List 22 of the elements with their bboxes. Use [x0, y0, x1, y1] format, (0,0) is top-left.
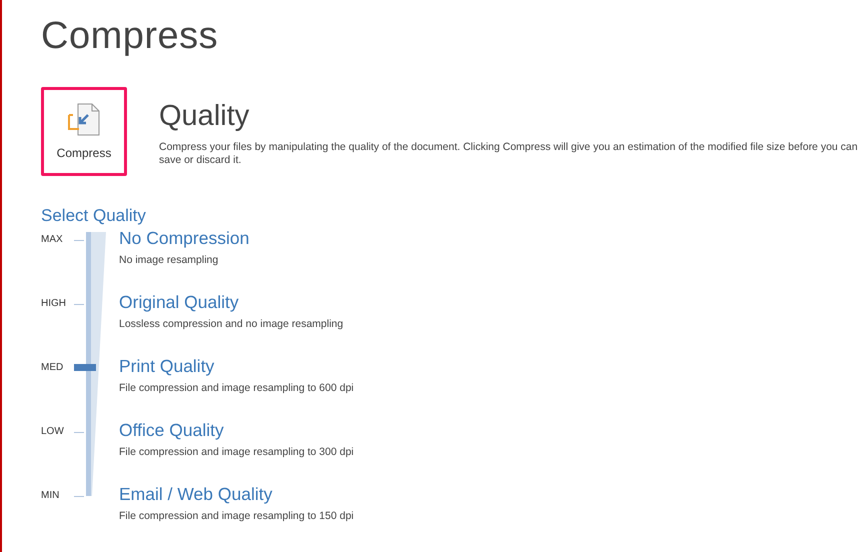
level-label: MAX [41, 234, 64, 246]
compress-button[interactable]: Compress [41, 87, 127, 176]
quality-option-description: File compression and image resampling to 150 dpi [119, 510, 354, 523]
quality-option-title[interactable]: Email / Web Quality [119, 484, 354, 504]
quality-option-description: File compression and image resampling to 300 dpi [119, 446, 354, 459]
level-label: LOW [41, 426, 65, 438]
level-label: MED [41, 362, 64, 374]
quality-option-title[interactable]: Original Quality [119, 292, 344, 312]
quality-option-description: Lossless compression and no image resampling [119, 318, 344, 331]
level-label: HIGH [41, 298, 67, 310]
section-description: Compress your files by manipulating the quality of the document. Clicking Compress will give you an estimation of the modified file size before you can save or discard it. [159, 141, 859, 167]
select-quality-heading: Select Quality [41, 206, 147, 226]
level-label: MIN [41, 490, 60, 502]
compress-document-icon [67, 103, 101, 137]
slider-thumb[interactable] [74, 364, 96, 371]
page-title: Compress [41, 14, 220, 58]
quality-option-description: No image resampling [119, 254, 220, 267]
quality-option-title[interactable]: Print Quality [119, 356, 354, 376]
quality-option-title[interactable]: No Compression [119, 228, 250, 248]
section-title: Quality [159, 99, 250, 133]
quality-option-description: File compression and image resampling to 600 dpi [119, 382, 354, 395]
quality-option-title[interactable]: Office Quality [119, 420, 354, 440]
